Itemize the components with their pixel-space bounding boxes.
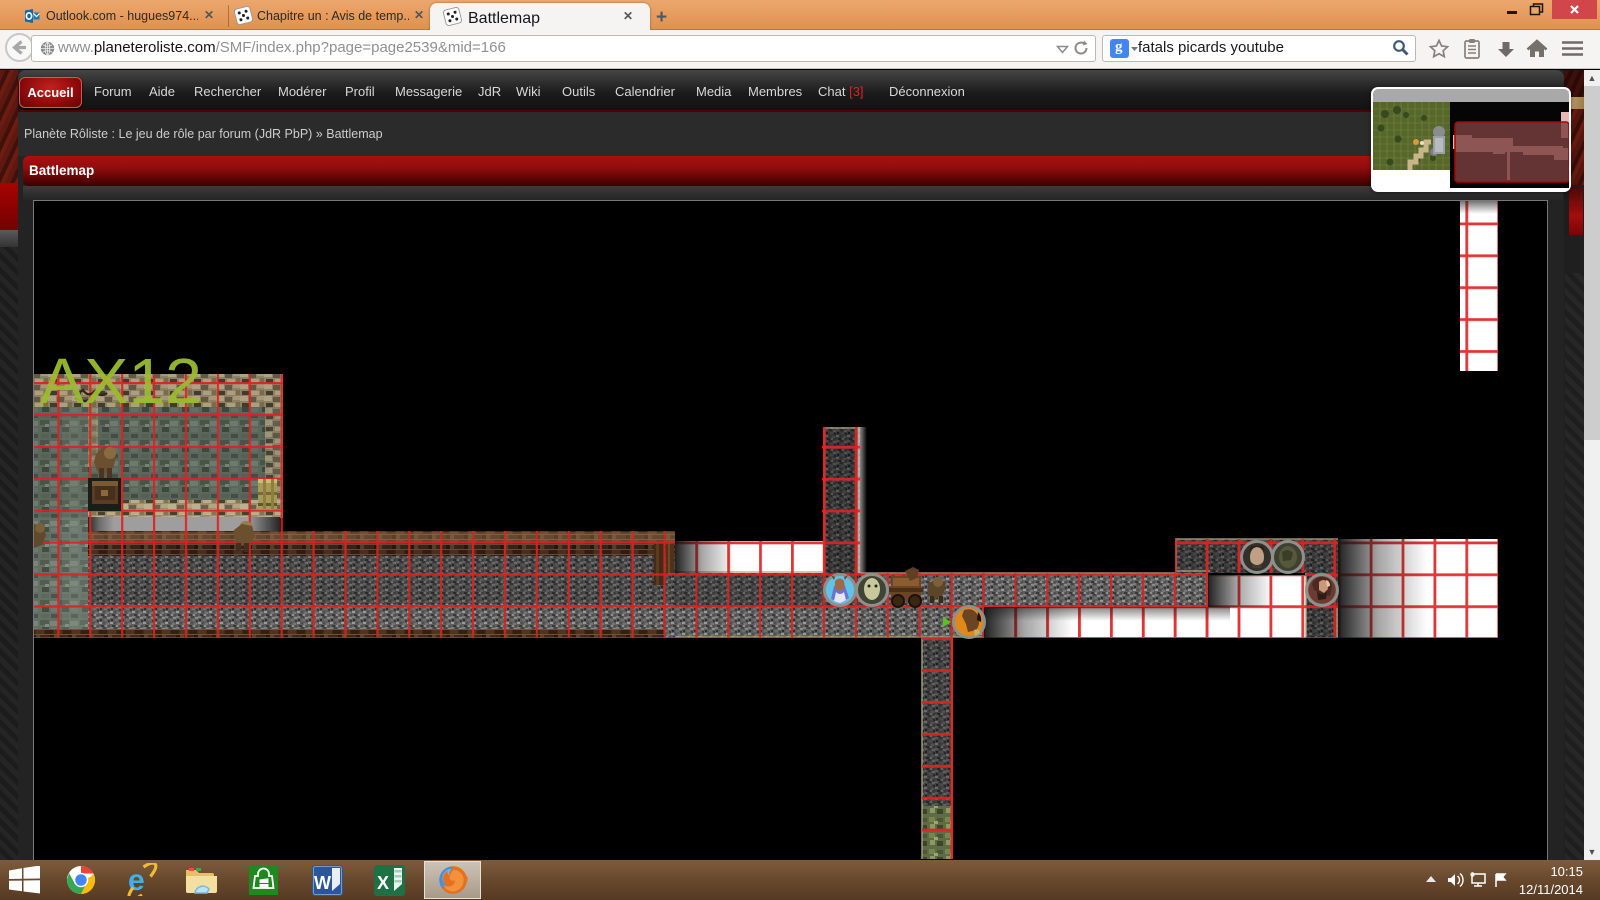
svg-text:X: X bbox=[377, 873, 389, 893]
svg-text:W: W bbox=[314, 873, 331, 893]
svg-text:AX12: AX12 bbox=[40, 345, 202, 417]
